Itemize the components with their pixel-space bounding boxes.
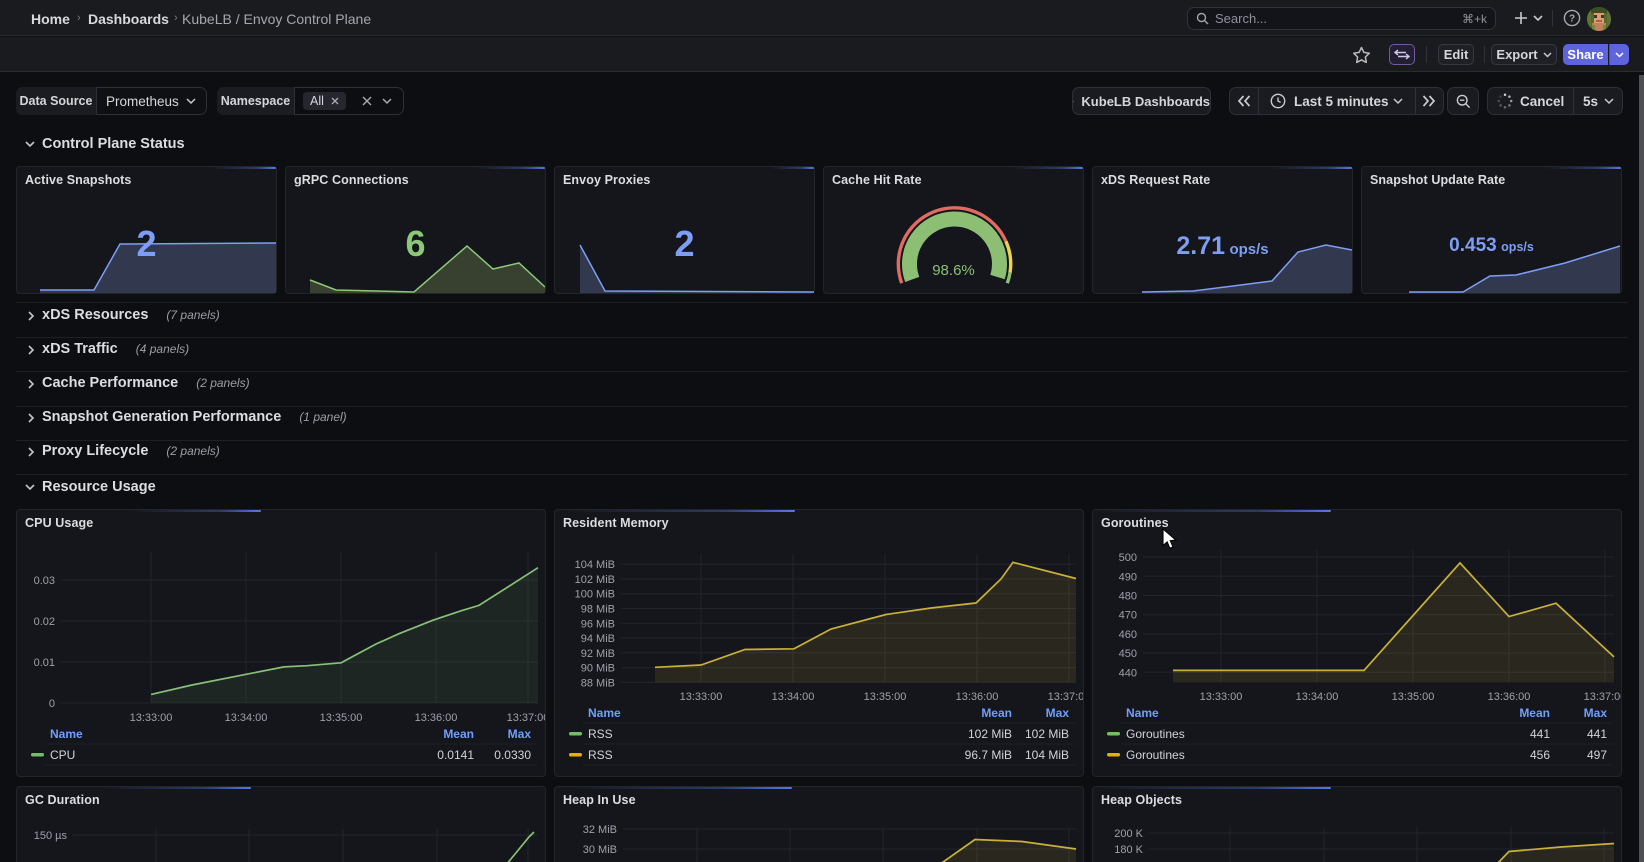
svg-text:180 K: 180 K — [1114, 844, 1143, 856]
svg-text:102 MiB: 102 MiB — [1025, 727, 1069, 741]
svg-text:150 µs: 150 µs — [34, 830, 68, 842]
svg-text:Name: Name — [588, 706, 621, 720]
svg-text:96 MiB: 96 MiB — [581, 618, 615, 630]
svg-text:441: 441 — [1587, 727, 1607, 741]
svg-text:0.01: 0.01 — [34, 657, 55, 669]
svg-text:0.02: 0.02 — [34, 616, 55, 628]
svg-text:Goroutines: Goroutines — [1126, 748, 1185, 762]
svg-text:CPU: CPU — [50, 748, 75, 762]
svg-text:104 MiB: 104 MiB — [1025, 748, 1069, 762]
svg-text:102 MiB: 102 MiB — [968, 727, 1012, 741]
svg-text:460: 460 — [1119, 629, 1137, 641]
svg-text:13:34:00: 13:34:00 — [1296, 691, 1339, 703]
svg-text:13:35:00: 13:35:00 — [320, 712, 363, 724]
svg-text:13:37:00: 13:37:00 — [507, 712, 545, 724]
svg-text:0.0330: 0.0330 — [494, 748, 531, 762]
svg-text:450: 450 — [1119, 648, 1137, 660]
svg-text:480: 480 — [1119, 591, 1137, 603]
svg-text:Max: Max — [1584, 706, 1608, 720]
svg-text:13:36:00: 13:36:00 — [415, 712, 458, 724]
svg-text:90 MiB: 90 MiB — [581, 663, 615, 675]
svg-text:102 MiB: 102 MiB — [575, 574, 615, 586]
svg-text:13:33:00: 13:33:00 — [130, 712, 173, 724]
svg-text:100 MiB: 100 MiB — [575, 589, 615, 601]
svg-text:RSS: RSS — [588, 727, 613, 741]
svg-text:200 K: 200 K — [1114, 828, 1143, 840]
svg-text:440: 440 — [1119, 667, 1137, 679]
svg-text:13:36:00: 13:36:00 — [956, 691, 999, 703]
svg-text:Max: Max — [508, 727, 532, 741]
svg-text:470: 470 — [1119, 610, 1137, 622]
svg-text:13:37:00: 13:37:00 — [1048, 691, 1083, 703]
svg-text:Mean: Mean — [443, 727, 474, 741]
svg-text:RSS: RSS — [588, 748, 613, 762]
svg-text:32 MiB: 32 MiB — [583, 824, 617, 836]
svg-text:Name: Name — [1126, 706, 1159, 720]
svg-text:13:34:00: 13:34:00 — [225, 712, 268, 724]
svg-text:92 MiB: 92 MiB — [581, 648, 615, 660]
svg-text:490: 490 — [1119, 571, 1137, 583]
svg-text:0.03: 0.03 — [34, 575, 55, 587]
svg-text:0.0141: 0.0141 — [437, 748, 474, 762]
svg-text:98 MiB: 98 MiB — [581, 604, 615, 616]
svg-text:456: 456 — [1530, 748, 1550, 762]
svg-text:Mean: Mean — [1519, 706, 1550, 720]
svg-text:Max: Max — [1046, 706, 1070, 720]
svg-text:Name: Name — [50, 727, 83, 741]
svg-text:13:37:00: 13:37:00 — [1584, 691, 1621, 703]
svg-text:?: ? — [1569, 14, 1575, 25]
svg-text:0: 0 — [49, 698, 55, 710]
svg-text:497: 497 — [1587, 748, 1607, 762]
svg-text:13:36:00: 13:36:00 — [1488, 691, 1531, 703]
svg-text:13:33:00: 13:33:00 — [1200, 691, 1243, 703]
svg-text:88 MiB: 88 MiB — [581, 677, 615, 689]
svg-text:13:35:00: 13:35:00 — [864, 691, 907, 703]
svg-text:Mean: Mean — [981, 706, 1012, 720]
svg-text:441: 441 — [1530, 727, 1550, 741]
svg-text:30 MiB: 30 MiB — [583, 844, 617, 856]
svg-text:13:33:00: 13:33:00 — [680, 691, 723, 703]
svg-text:13:34:00: 13:34:00 — [772, 691, 815, 703]
svg-text:13:35:00: 13:35:00 — [1392, 691, 1435, 703]
svg-text:104 MiB: 104 MiB — [575, 559, 615, 571]
svg-text:500: 500 — [1119, 552, 1137, 564]
svg-text:Goroutines: Goroutines — [1126, 727, 1185, 741]
svg-text:96.7 MiB: 96.7 MiB — [965, 748, 1012, 762]
svg-text:94 MiB: 94 MiB — [581, 633, 615, 645]
